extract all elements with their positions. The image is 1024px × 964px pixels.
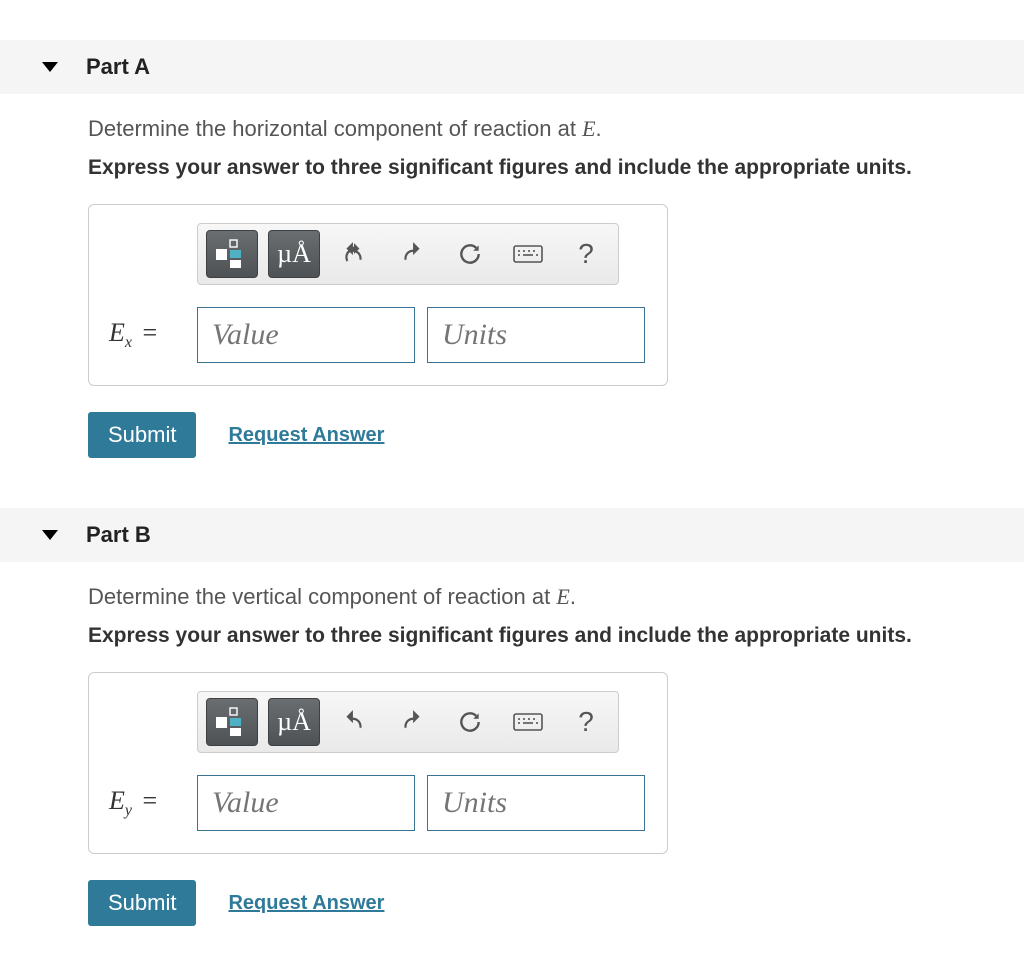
reset-icon[interactable] xyxy=(446,698,494,746)
question-suffix: . xyxy=(596,116,602,141)
units-input[interactable] xyxy=(427,775,645,831)
units-input[interactable] xyxy=(427,307,645,363)
help-icon[interactable]: ? xyxy=(562,698,610,746)
caret-down-icon xyxy=(42,62,58,72)
question-prefix: Determine the horizontal component of re… xyxy=(88,116,582,141)
reset-icon[interactable] xyxy=(446,230,494,278)
units-icon-label: µÅ xyxy=(277,239,311,269)
part-b-header[interactable]: Part B xyxy=(0,508,1024,562)
templates-icon[interactable] xyxy=(206,230,258,278)
help-icon[interactable]: ? xyxy=(562,230,610,278)
templates-icon[interactable] xyxy=(206,698,258,746)
lhs-main: E xyxy=(109,318,125,347)
part-a-lhs: Ex = xyxy=(109,318,185,352)
request-answer-link[interactable]: Request Answer xyxy=(228,892,384,915)
caret-down-icon xyxy=(42,530,58,540)
part-b-instruction: Express your answer to three significant… xyxy=(88,624,1004,648)
part-b-lhs: Ey = xyxy=(109,786,185,820)
question-suffix: . xyxy=(570,584,576,609)
undo-icon[interactable] xyxy=(330,230,378,278)
redo-icon[interactable] xyxy=(388,230,436,278)
value-input[interactable] xyxy=(197,307,415,363)
part-a-body: Determine the horizontal component of re… xyxy=(0,94,1024,468)
value-input[interactable] xyxy=(197,775,415,831)
submit-button[interactable]: Submit xyxy=(88,412,196,458)
part-a-toolbar: µÅ ? xyxy=(197,223,619,285)
submit-button[interactable]: Submit xyxy=(88,880,196,926)
lhs-main: E xyxy=(109,786,125,815)
units-icon[interactable]: µÅ xyxy=(268,698,320,746)
lhs-eq: = xyxy=(143,786,158,815)
lhs-sub: y xyxy=(125,802,132,819)
question-variable: E xyxy=(582,116,595,141)
question-prefix: Determine the vertical component of reac… xyxy=(88,584,556,609)
part-b-toolbar: µÅ ? xyxy=(197,691,619,753)
undo-icon[interactable] xyxy=(330,698,378,746)
keyboard-icon[interactable] xyxy=(504,230,552,278)
part-a-instruction: Express your answer to three significant… xyxy=(88,156,1004,180)
question-variable: E xyxy=(556,584,569,609)
units-icon[interactable]: µÅ xyxy=(268,230,320,278)
part-a-answer-box: µÅ ? Ex = xyxy=(88,204,668,386)
part-b-answer-box: µÅ ? Ey = xyxy=(88,672,668,854)
part-b-actions: Submit Request Answer xyxy=(88,880,1004,926)
part-a-input-row: Ex = xyxy=(109,307,647,363)
units-icon-label: µÅ xyxy=(277,707,311,737)
part-a-header[interactable]: Part A xyxy=(0,40,1024,94)
part-b-body: Determine the vertical component of reac… xyxy=(0,562,1024,936)
keyboard-icon[interactable] xyxy=(504,698,552,746)
part-b-input-row: Ey = xyxy=(109,775,647,831)
lhs-sub: x xyxy=(125,334,132,351)
part-b-title: Part B xyxy=(86,522,151,548)
part-a-question: Determine the horizontal component of re… xyxy=(88,116,1004,142)
part-a-actions: Submit Request Answer xyxy=(88,412,1004,458)
lhs-eq: = xyxy=(143,318,158,347)
request-answer-link[interactable]: Request Answer xyxy=(228,424,384,447)
part-a-title: Part A xyxy=(86,54,150,80)
part-b-question: Determine the vertical component of reac… xyxy=(88,584,1004,610)
redo-icon[interactable] xyxy=(388,698,436,746)
